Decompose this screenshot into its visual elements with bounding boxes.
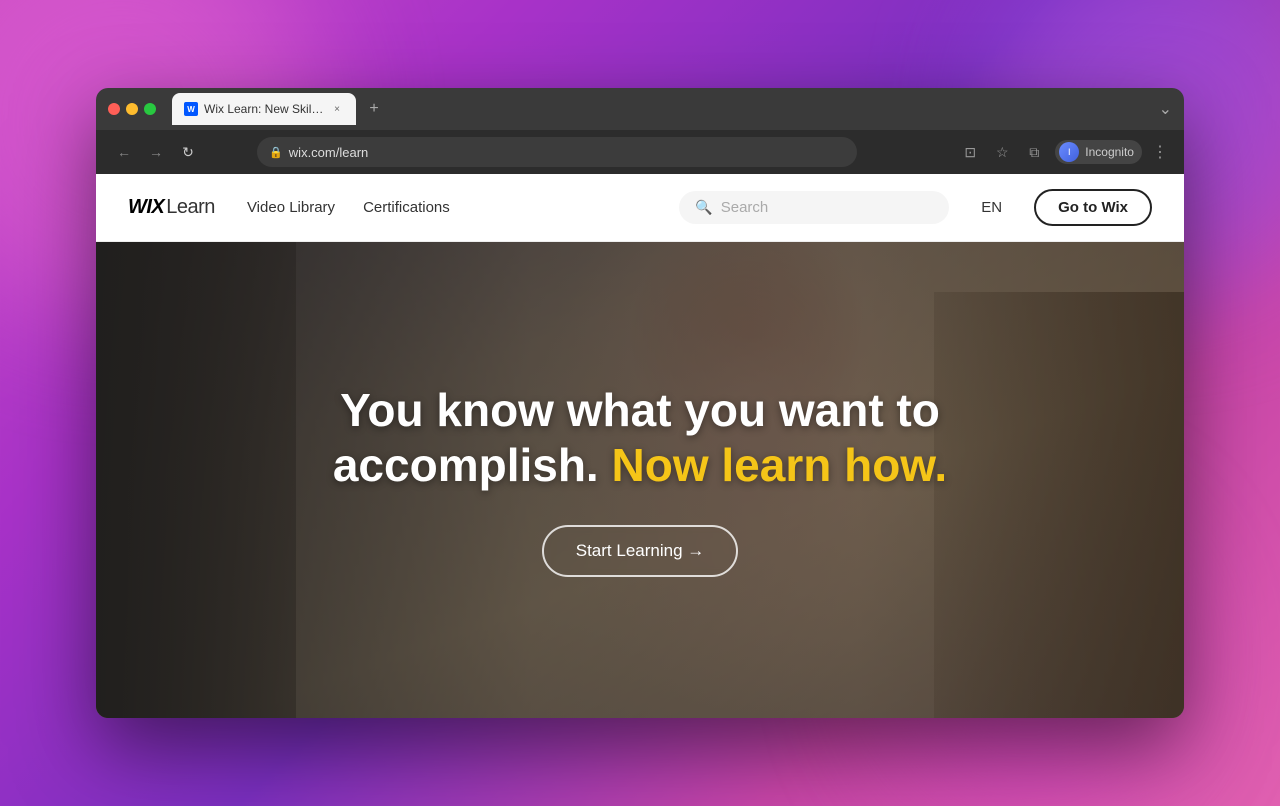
nav-links: Video Library Certifications xyxy=(247,199,450,216)
hero-headline: You know what you want to accomplish. No… xyxy=(290,383,990,493)
tab-expand-button[interactable]: ⌄ xyxy=(1159,99,1172,119)
logo-wix: WIX xyxy=(128,196,164,219)
cast-icon[interactable]: ⊡ xyxy=(959,141,981,163)
traffic-lights xyxy=(108,103,156,115)
lock-icon: 🔒 xyxy=(269,146,283,159)
close-window-button[interactable] xyxy=(108,103,120,115)
url-text: wix.com/learn xyxy=(289,145,368,160)
new-tab-button[interactable]: + xyxy=(360,95,388,123)
maximize-window-button[interactable] xyxy=(144,103,156,115)
address-bar[interactable]: 🔒 wix.com/learn xyxy=(257,137,857,167)
browser-window: W Wix Learn: New Skills To Boos... × + ⌄… xyxy=(96,88,1184,718)
profile-button[interactable]: I Incognito xyxy=(1055,140,1142,164)
titlebar: W Wix Learn: New Skills To Boos... × + ⌄ xyxy=(96,88,1184,130)
active-tab[interactable]: W Wix Learn: New Skills To Boos... × xyxy=(172,93,356,125)
tab-close-button[interactable]: × xyxy=(330,102,344,116)
site-navbar: WIX Learn Video Library Certifications 🔍… xyxy=(96,174,1184,242)
forward-button[interactable]: → xyxy=(144,140,168,164)
more-options-button[interactable]: ⋮ xyxy=(1152,142,1168,162)
tab-title: Wix Learn: New Skills To Boos... xyxy=(204,102,324,116)
search-icon: 🔍 xyxy=(695,199,712,216)
tab-bar: W Wix Learn: New Skills To Boos... × + ⌄ xyxy=(172,93,1172,125)
site-logo[interactable]: WIX Learn xyxy=(128,196,215,219)
bookmark-icon[interactable]: ☆ xyxy=(991,141,1013,163)
hero-content: You know what you want to accomplish. No… xyxy=(96,242,1184,718)
profile-avatar: I xyxy=(1059,142,1079,162)
refresh-button[interactable]: ↻ xyxy=(176,140,200,164)
hero-headline-accent: Now learn how. xyxy=(599,439,947,491)
minimize-window-button[interactable] xyxy=(126,103,138,115)
language-selector[interactable]: EN xyxy=(981,199,1002,216)
toolbar-right: ⊡ ☆ ⧉ I Incognito ⋮ xyxy=(959,140,1168,164)
start-learning-button[interactable]: Start Learning → xyxy=(542,525,739,577)
nav-video-library[interactable]: Video Library xyxy=(247,199,335,216)
hero-section: You know what you want to accomplish. No… xyxy=(96,242,1184,718)
nav-certifications[interactable]: Certifications xyxy=(363,199,450,216)
back-button[interactable]: ← xyxy=(112,140,136,164)
split-screen-icon[interactable]: ⧉ xyxy=(1023,141,1045,163)
webpage: WIX Learn Video Library Certifications 🔍… xyxy=(96,174,1184,718)
site-search-bar[interactable]: 🔍 Search xyxy=(679,191,949,224)
goto-wix-button[interactable]: Go to Wix xyxy=(1034,189,1152,226)
logo-learn: Learn xyxy=(166,196,215,219)
tab-favicon: W xyxy=(184,102,198,116)
search-placeholder: Search xyxy=(721,199,769,216)
nav-buttons: ← → ↻ xyxy=(112,140,200,164)
profile-label: Incognito xyxy=(1085,145,1134,159)
addressbar: ← → ↻ 🔒 wix.com/learn ⊡ ☆ ⧉ I Incognito … xyxy=(96,130,1184,174)
